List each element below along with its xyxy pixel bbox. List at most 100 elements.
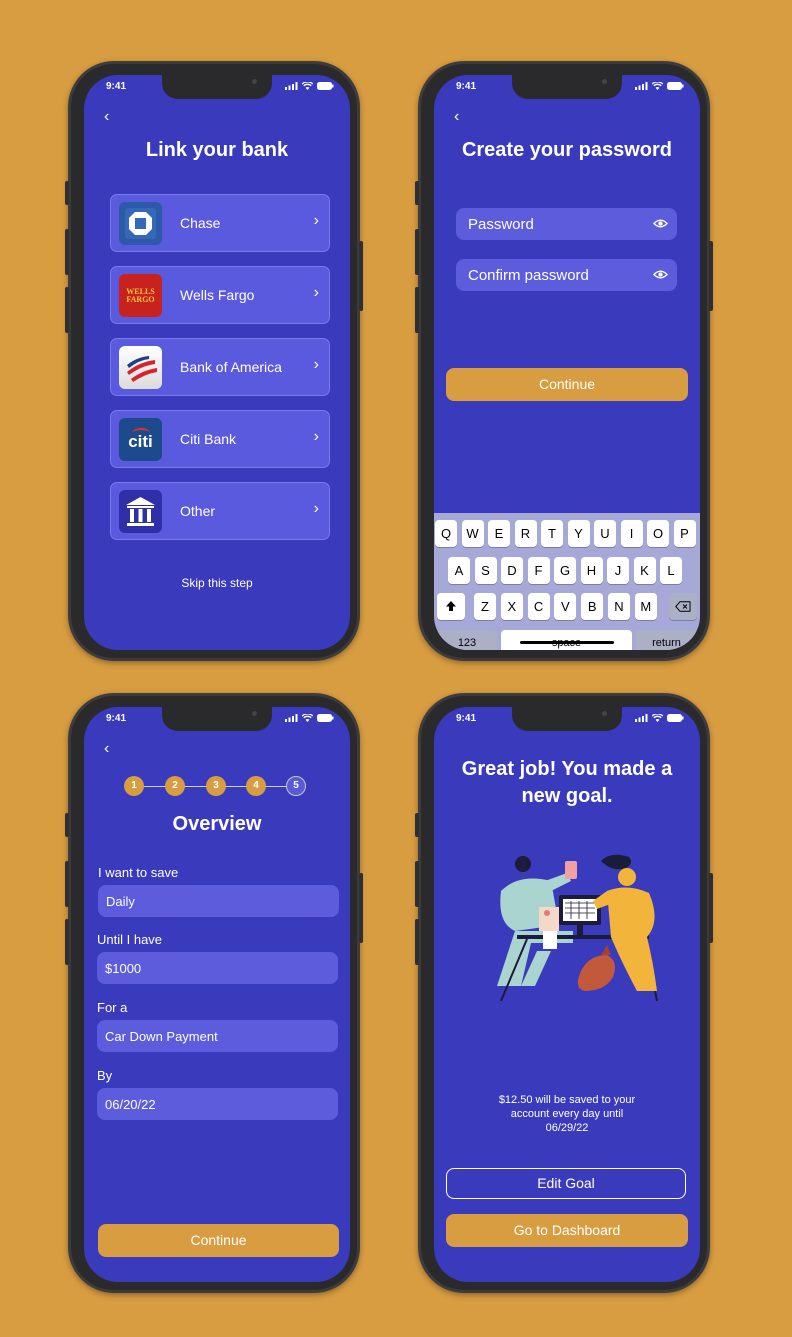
key-f[interactable]: F [527,557,550,584]
page-title: Great job! You made a new goal. [434,756,700,810]
continue-button[interactable]: Continue [446,368,688,401]
key-n[interactable]: N [608,593,630,620]
bank-label: Other [180,503,216,519]
page-title: Overview [172,813,262,835]
status-time: 9:41 [106,81,127,92]
battery-icon [317,82,334,90]
back-arrow-icon[interactable]: ‹ [104,109,109,125]
key-i[interactable]: I [620,520,643,547]
key-t[interactable]: T [541,520,563,547]
key-d[interactable]: D [501,557,523,584]
key-u[interactable]: U [594,520,616,547]
goal-date-field[interactable]: 06/20/22 [97,1088,338,1120]
savings-message-line-1: $12.50 will be saved to your [498,1094,636,1106]
bank-option-wells-fargo[interactable]: WELLS FARGO Wells Fargo › [110,266,330,324]
status-time: 9:41 [106,713,127,724]
key-s[interactable]: S [474,557,497,584]
target-amount-field[interactable]: $1000 [97,952,338,984]
chevron-right-icon: › [313,284,319,301]
go-to-dashboard-button[interactable]: Go to Dashboard [446,1214,688,1247]
phone-link-bank: 9:41 ‹ Link your bank Chase › WELLS FARG… [65,61,363,661]
wells-fargo-logo-icon: WELLS FARGO [119,274,162,317]
key-m[interactable]: M [634,593,657,620]
save-frequency-field[interactable]: Daily [98,885,339,917]
celebration-illustration [497,854,658,1001]
signal-icon [285,82,298,90]
key-a[interactable]: A [448,557,470,584]
bank-option-other[interactable]: Other › [110,482,330,540]
home-indicator [520,641,614,644]
key-v[interactable]: V [554,593,577,620]
key-e[interactable]: E [488,520,510,547]
wifi-icon [302,714,313,722]
backspace-key[interactable] [669,593,697,620]
key-l[interactable]: L [660,557,682,584]
continue-button[interactable]: Continue [98,1224,339,1257]
chevron-right-icon: › [313,212,319,229]
keyboard: QWERTYUIOP ASDFGHJKL ZXCVBNM 123 space r… [434,513,700,650]
signal-icon [635,82,648,90]
numbers-key[interactable]: 123 [437,630,497,650]
phone-overview: 9:41 ‹ 1 2 3 4 5 Overview I want to save… [65,693,363,1293]
key-j[interactable]: J [607,557,629,584]
goal-created-screen: 9:41 Great job! You made a new goal. $12… [434,707,700,1282]
step-4: 4 [246,776,266,796]
password-placeholder: Password [468,216,534,233]
bank-label: Chase [180,215,221,231]
field-label: Until I have [97,932,163,947]
step-progress: 1 2 3 4 5 [124,776,310,798]
shift-key[interactable] [437,593,465,620]
bank-label: Citi Bank [180,431,237,447]
confirm-password-field[interactable]: Confirm password [456,259,677,291]
field-label: By [97,1068,113,1083]
savings-message-line-2: account every day until [510,1108,624,1120]
edit-goal-button[interactable]: Edit Goal [446,1168,686,1199]
goal-purpose-field[interactable]: Car Down Payment [97,1020,338,1052]
skip-step-link[interactable]: Skip this step [84,576,350,590]
key-c[interactable]: C [527,593,550,620]
eye-icon[interactable] [653,267,668,282]
wifi-icon [652,714,663,722]
back-arrow-icon[interactable]: ‹ [454,109,459,125]
back-arrow-icon[interactable]: ‹ [104,741,109,757]
key-h[interactable]: H [580,557,603,584]
space-key[interactable]: space [501,630,632,650]
bank-of-america-logo-icon [119,346,162,389]
field-label: For a [97,1000,128,1015]
key-r[interactable]: R [514,520,537,547]
title-line-1: Great job! You made a [461,758,673,780]
bank-option-chase[interactable]: Chase › [110,194,330,252]
confirm-password-placeholder: Confirm password [468,267,589,284]
key-z[interactable]: Z [474,593,496,620]
key-p[interactable]: P [673,520,696,547]
key-o[interactable]: O [647,520,669,547]
key-x[interactable]: X [500,593,523,620]
notch [162,707,272,731]
status-icons [285,82,334,90]
page-title: Create your password [461,139,673,161]
step-3: 3 [206,776,226,796]
shift-icon [446,601,456,611]
key-b[interactable]: B [581,593,604,620]
backspace-icon [675,601,691,612]
key-q[interactable]: Q [435,520,457,547]
key-y[interactable]: Y [567,520,590,547]
citi-logo-icon: citi [119,418,162,461]
field-value: Daily [106,894,135,909]
bank-building-icon [119,490,162,533]
bank-option-citi[interactable]: citi Citi Bank › [110,410,330,468]
field-label: I want to save [98,865,179,880]
link-bank-screen: 9:41 ‹ Link your bank Chase › WELLS FARG… [84,75,350,650]
password-field[interactable]: Password [456,208,677,240]
chevron-right-icon: › [313,428,319,445]
page-title: Link your bank [145,139,289,161]
key-w[interactable]: W [461,520,484,547]
bank-option-bank-of-america[interactable]: Bank of America › [110,338,330,396]
return-key[interactable]: return [636,630,697,650]
status-icons [635,714,684,722]
eye-icon[interactable] [653,216,668,231]
create-password-screen: 9:41 ‹ Create your password Password Con… [434,75,700,650]
bank-label: Bank of America [180,359,282,375]
key-k[interactable]: K [633,557,656,584]
key-g[interactable]: G [554,557,576,584]
